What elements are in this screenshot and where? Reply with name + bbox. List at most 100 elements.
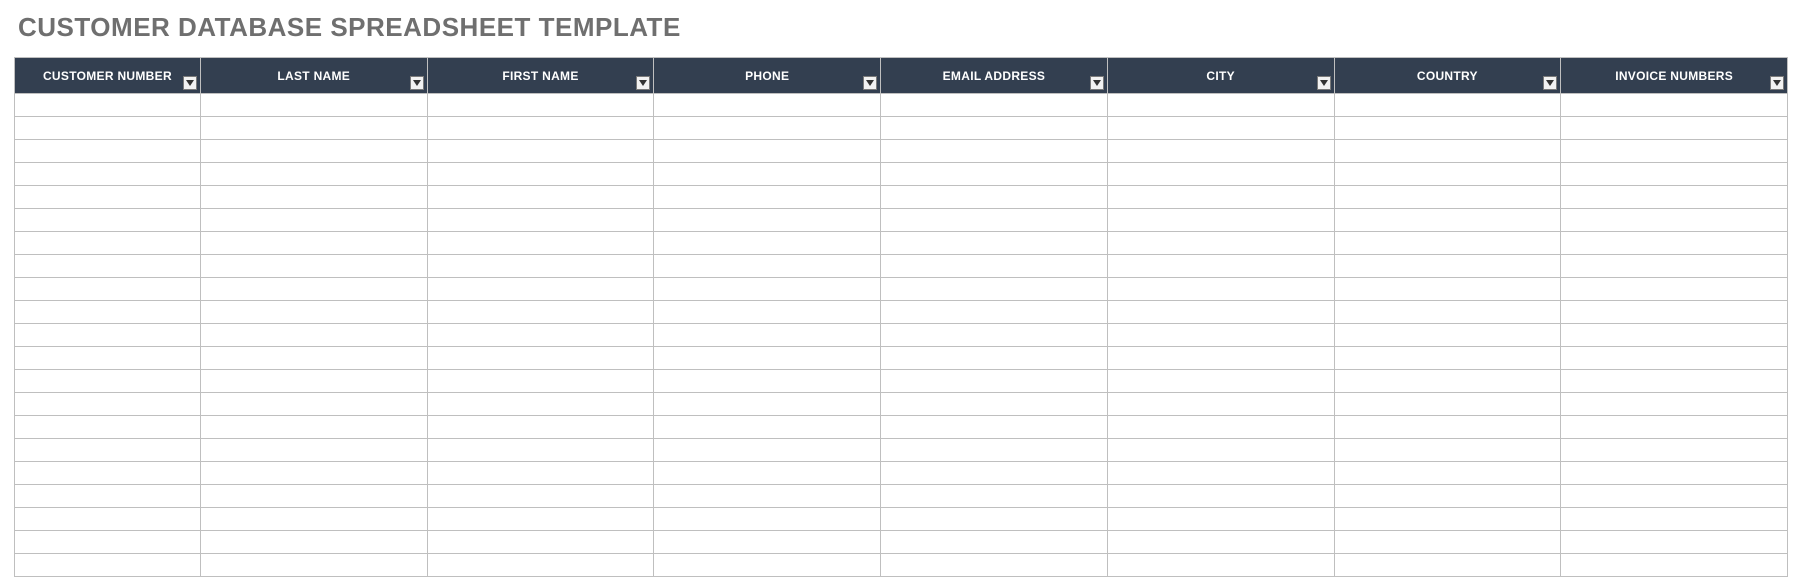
cell[interactable] <box>1334 393 1561 416</box>
cell[interactable] <box>1334 117 1561 140</box>
cell[interactable] <box>200 232 427 255</box>
cell[interactable] <box>15 209 201 232</box>
cell[interactable] <box>1561 531 1788 554</box>
cell[interactable] <box>654 232 881 255</box>
cell[interactable] <box>200 347 427 370</box>
cell[interactable] <box>200 393 427 416</box>
cell[interactable] <box>881 140 1108 163</box>
cell[interactable] <box>1334 301 1561 324</box>
cell[interactable] <box>654 485 881 508</box>
cell[interactable] <box>1334 324 1561 347</box>
cell[interactable] <box>427 508 654 531</box>
cell[interactable] <box>1107 186 1334 209</box>
cell[interactable] <box>1334 370 1561 393</box>
cell[interactable] <box>1334 209 1561 232</box>
cell[interactable] <box>200 163 427 186</box>
cell[interactable] <box>881 370 1108 393</box>
cell[interactable] <box>881 324 1108 347</box>
cell[interactable] <box>427 439 654 462</box>
cell[interactable] <box>1107 393 1334 416</box>
cell[interactable] <box>200 94 427 117</box>
cell[interactable] <box>15 393 201 416</box>
filter-dropdown-icon[interactable] <box>1543 76 1557 90</box>
cell[interactable] <box>881 439 1108 462</box>
cell[interactable] <box>15 186 201 209</box>
cell[interactable] <box>1561 347 1788 370</box>
cell[interactable] <box>15 278 201 301</box>
cell[interactable] <box>1107 232 1334 255</box>
cell[interactable] <box>1561 416 1788 439</box>
cell[interactable] <box>427 416 654 439</box>
cell[interactable] <box>1561 186 1788 209</box>
cell[interactable] <box>427 117 654 140</box>
cell[interactable] <box>427 278 654 301</box>
cell[interactable] <box>881 485 1108 508</box>
cell[interactable] <box>1107 416 1334 439</box>
filter-dropdown-icon[interactable] <box>636 76 650 90</box>
cell[interactable] <box>427 485 654 508</box>
cell[interactable] <box>1334 278 1561 301</box>
cell[interactable] <box>427 301 654 324</box>
cell[interactable] <box>1561 232 1788 255</box>
cell[interactable] <box>1334 462 1561 485</box>
cell[interactable] <box>15 554 201 577</box>
cell[interactable] <box>1561 94 1788 117</box>
cell[interactable] <box>1334 416 1561 439</box>
cell[interactable] <box>1334 347 1561 370</box>
cell[interactable] <box>654 439 881 462</box>
cell[interactable] <box>1561 301 1788 324</box>
cell[interactable] <box>15 117 201 140</box>
cell[interactable] <box>654 416 881 439</box>
cell[interactable] <box>654 301 881 324</box>
cell[interactable] <box>1561 117 1788 140</box>
filter-dropdown-icon[interactable] <box>1770 76 1784 90</box>
cell[interactable] <box>200 255 427 278</box>
cell[interactable] <box>15 485 201 508</box>
cell[interactable] <box>200 485 427 508</box>
cell[interactable] <box>427 163 654 186</box>
cell[interactable] <box>881 554 1108 577</box>
cell[interactable] <box>1107 508 1334 531</box>
filter-dropdown-icon[interactable] <box>1090 76 1104 90</box>
cell[interactable] <box>15 508 201 531</box>
cell[interactable] <box>1334 485 1561 508</box>
cell[interactable] <box>427 140 654 163</box>
filter-dropdown-icon[interactable] <box>183 76 197 90</box>
cell[interactable] <box>881 301 1108 324</box>
cell[interactable] <box>427 255 654 278</box>
cell[interactable] <box>1107 117 1334 140</box>
cell[interactable] <box>1107 278 1334 301</box>
cell[interactable] <box>1334 232 1561 255</box>
cell[interactable] <box>1107 94 1334 117</box>
cell[interactable] <box>1107 554 1334 577</box>
cell[interactable] <box>427 324 654 347</box>
cell[interactable] <box>881 508 1108 531</box>
filter-dropdown-icon[interactable] <box>410 76 424 90</box>
cell[interactable] <box>881 209 1108 232</box>
cell[interactable] <box>1561 209 1788 232</box>
cell[interactable] <box>200 186 427 209</box>
cell[interactable] <box>1107 140 1334 163</box>
cell[interactable] <box>200 278 427 301</box>
cell[interactable] <box>654 163 881 186</box>
cell[interactable] <box>427 393 654 416</box>
cell[interactable] <box>427 531 654 554</box>
cell[interactable] <box>1107 301 1334 324</box>
cell[interactable] <box>427 554 654 577</box>
cell[interactable] <box>1334 186 1561 209</box>
cell[interactable] <box>427 186 654 209</box>
cell[interactable] <box>1334 439 1561 462</box>
cell[interactable] <box>654 554 881 577</box>
cell[interactable] <box>654 278 881 301</box>
cell[interactable] <box>654 209 881 232</box>
cell[interactable] <box>15 163 201 186</box>
cell[interactable] <box>427 94 654 117</box>
cell[interactable] <box>15 531 201 554</box>
cell[interactable] <box>15 255 201 278</box>
cell[interactable] <box>200 301 427 324</box>
cell[interactable] <box>1561 140 1788 163</box>
cell[interactable] <box>15 416 201 439</box>
cell[interactable] <box>881 117 1108 140</box>
cell[interactable] <box>1334 508 1561 531</box>
cell[interactable] <box>15 370 201 393</box>
